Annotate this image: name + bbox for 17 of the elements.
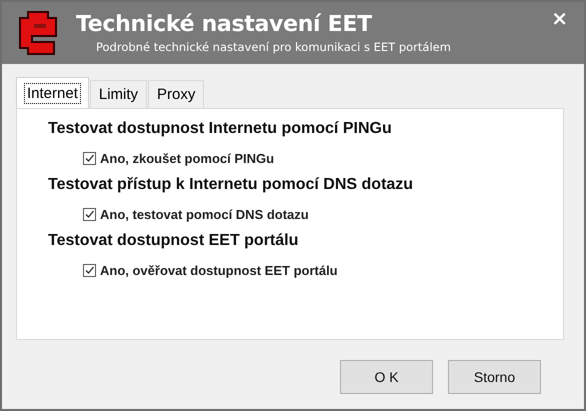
- tab[interactable]: Internet: [16, 77, 89, 108]
- close-button[interactable]: ×: [549, 6, 570, 30]
- checkbox-label: Ano, testovat pomocí DNS dotazu: [100, 206, 309, 222]
- section-heading: Testovat dostupnost Internetu pomocí PINGu: [48, 120, 393, 139]
- window-subtitle: Podrobné technické nastavení pro komunikaci s EET portálem: [96, 40, 451, 54]
- dialog-button[interactable]: O K: [340, 360, 433, 394]
- checkbox[interactable]: [83, 152, 96, 164]
- section-heading: Testovat dostupnost EET portálu: [48, 232, 300, 251]
- section-heading: Testovat přístup k Internetu pomocí DNS dotazu: [48, 176, 414, 195]
- window-title: Technické nastavení EET: [76, 12, 373, 37]
- checkbox[interactable]: [83, 264, 96, 276]
- checkbox-label: Ano, ověřovat dostupnost EET portálu: [100, 262, 338, 278]
- checkbox[interactable]: [83, 208, 96, 220]
- tab[interactable]: Proxy: [148, 80, 204, 108]
- dialog-button[interactable]: Storno: [448, 360, 541, 394]
- tab[interactable]: Limity: [90, 80, 148, 108]
- checkbox-label: Ano, zkoušet pomocí PINGu: [100, 150, 274, 166]
